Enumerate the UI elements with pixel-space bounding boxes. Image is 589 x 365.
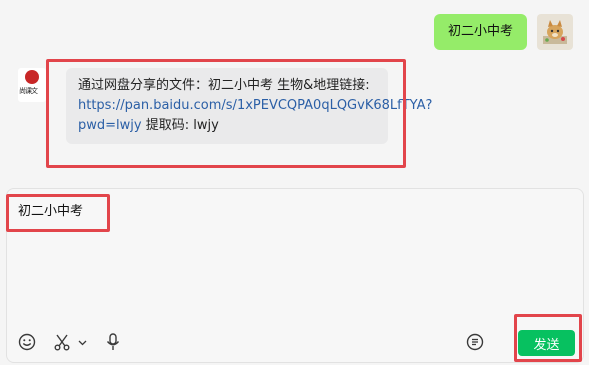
sent-message-bubble[interactable]: 初二小中考	[433, 14, 527, 50]
scissors-icon[interactable]	[52, 330, 72, 354]
chat-history-icon[interactable]	[465, 330, 485, 354]
sender-avatar[interactable]: 尚课文	[18, 68, 46, 102]
logo-icon	[25, 70, 39, 84]
highlight-box-input	[6, 194, 110, 232]
chevron-down-icon[interactable]	[76, 330, 88, 354]
microphone-icon[interactable]	[104, 330, 122, 354]
highlight-box-message	[46, 59, 406, 168]
sent-message-row: 初二小中考	[433, 14, 573, 50]
emoji-icon[interactable]	[16, 330, 38, 354]
my-avatar[interactable]	[537, 14, 573, 50]
highlight-box-send	[514, 314, 582, 362]
cat-avatar-icon	[543, 20, 567, 44]
sender-logo-text: 尚课文	[19, 87, 38, 95]
input-toolbar	[0, 330, 589, 354]
